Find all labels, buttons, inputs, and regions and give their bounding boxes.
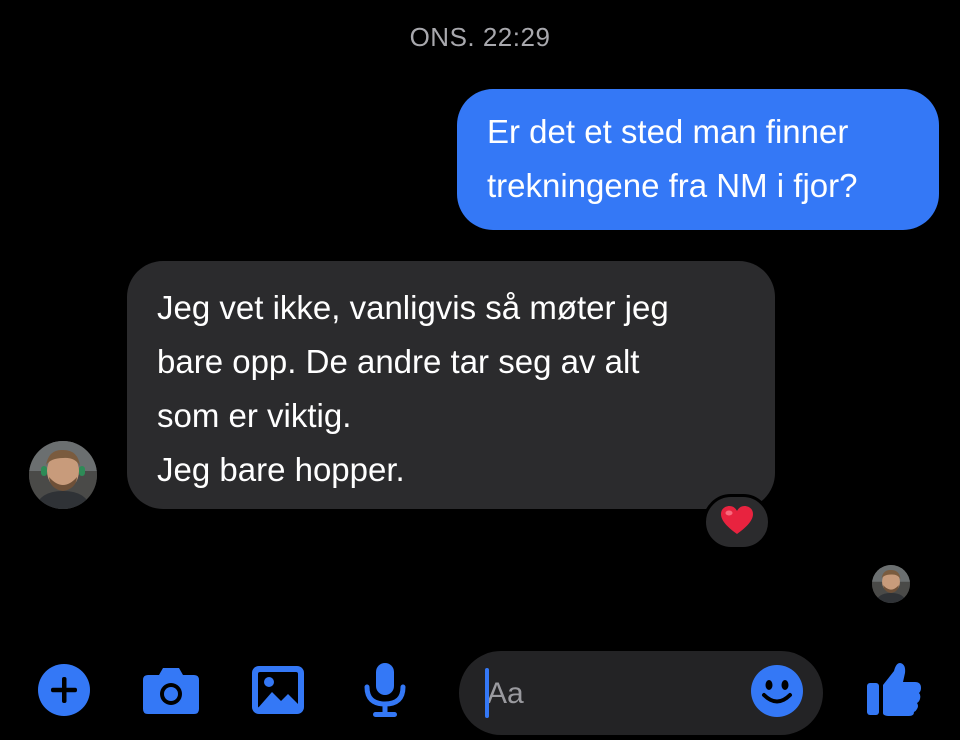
read-receipt-avatar-photo: [872, 565, 910, 603]
message-timestamp: ONS. 22:29: [409, 22, 551, 52]
microphone-icon: [360, 661, 410, 724]
message-text-line: trekningene fra NM i fjor?: [487, 167, 858, 204]
camera-button[interactable]: [143, 664, 199, 720]
microphone-button[interactable]: [357, 662, 413, 720]
emoji-icon: [750, 664, 804, 723]
incoming-message-bubble[interactable]: Jeg vet ikke, vanligvis så møter jeg bar…: [127, 261, 775, 509]
contact-avatar-photo: [29, 441, 97, 509]
like-button[interactable]: [866, 662, 922, 718]
gallery-button[interactable]: [250, 664, 306, 720]
read-receipt-avatar: [872, 565, 910, 603]
plus-icon: [37, 663, 91, 722]
contact-avatar[interactable]: [29, 441, 97, 509]
message-text-line: Jeg bare hopper.: [157, 451, 405, 488]
heart-reaction[interactable]: [703, 494, 771, 550]
message-composer[interactable]: [459, 651, 823, 735]
camera-icon: [142, 665, 200, 720]
add-button[interactable]: [36, 663, 92, 722]
emoji-button[interactable]: [749, 664, 805, 723]
message-text-line: som er viktig.: [157, 397, 352, 434]
thumbs-up-icon: [866, 659, 922, 722]
message-text-line: Jeg vet ikke, vanligvis så møter jeg: [157, 289, 669, 326]
message-text-line: bare opp. De andre tar seg av alt: [157, 343, 640, 380]
message-text-line: Er det et sted man finner: [487, 113, 849, 150]
text-cursor: [485, 668, 489, 718]
message-input[interactable]: [485, 669, 729, 719]
gallery-icon: [251, 665, 305, 720]
heart-icon: [720, 505, 754, 540]
outgoing-message-bubble[interactable]: Er det et sted man finner trekningene fr…: [457, 89, 939, 230]
